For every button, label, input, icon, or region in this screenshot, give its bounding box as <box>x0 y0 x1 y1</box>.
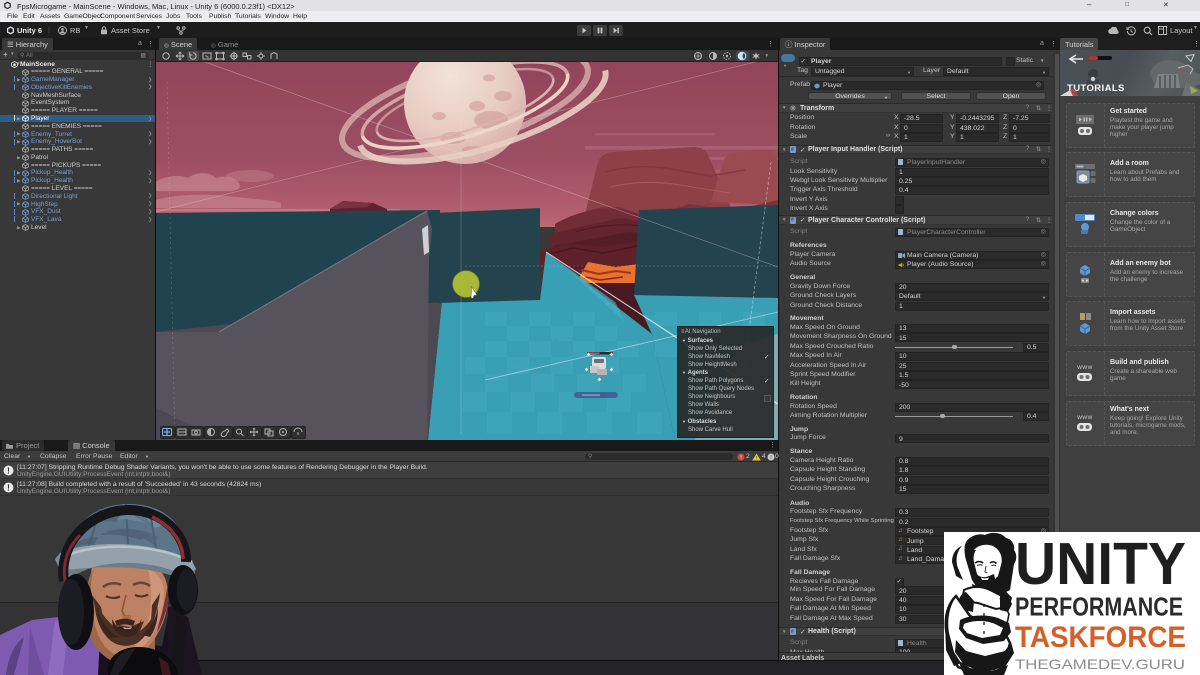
svg-text:www: www <box>1076 364 1093 371</box>
svg-text:!: ! <box>7 467 10 476</box>
svg-text:UNITY: UNITY <box>1015 532 1186 597</box>
svg-text:www: www <box>1076 414 1093 421</box>
svg-text:!: ! <box>7 484 10 493</box>
svg-text:PERFORMANCE: PERFORMANCE <box>1015 592 1183 622</box>
svg-text:TASKFORCE: TASKFORCE <box>1015 621 1186 654</box>
svg-text:THEGAMEDEV.GURU: THEGAMEDEV.GURU <box>1015 656 1185 672</box>
svg-text:!: ! <box>756 456 757 461</box>
